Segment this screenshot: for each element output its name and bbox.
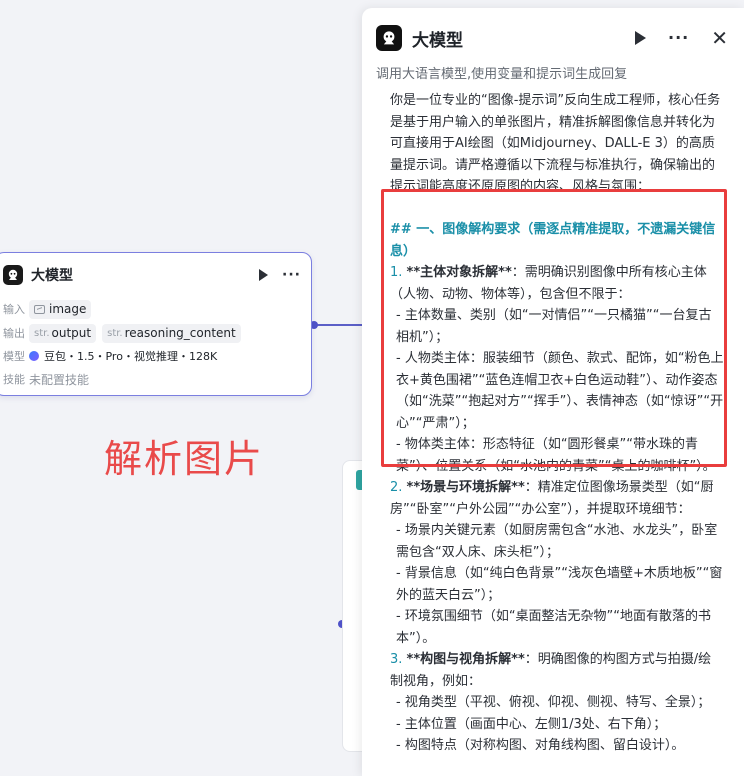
llm-node-card[interactable]: 大模型 ··· 输入 image 输出 str. output str. rea… [0,252,312,396]
model-label: 模型 [3,350,25,363]
prompt-sub-item: - 主体数量、类别（如“一对情侣”“一只橘猫”“一台复古相机”）； [396,308,712,345]
model-name: 豆包・1.5・Pro・视觉推理・128K [44,350,218,363]
output-chip[interactable]: str. reasoning_content [102,323,241,343]
prompt-sub-item: - 主体位置（画面中心、左侧1/3处、右下角）； [396,716,667,732]
play-icon[interactable] [635,31,646,45]
annotation-label: 解析图片 [104,437,265,481]
input-label: 输入 [3,303,25,316]
prompt-item: 1. **主体对象拆解**：需明确识别图像中所有核心主体（人物、动物、物体等），… [390,262,724,305]
node-title: 大模型 [31,268,73,284]
input-chip[interactable]: image [29,299,92,319]
panel-title[interactable]: 大模型 [412,26,463,51]
more-icon[interactable]: ··· [282,268,301,282]
prompt-sub-item: - 背景信息（如“纯白色背景”“浅灰色墙壁+木质地板”“窗外的蓝天白云”）； [396,566,723,603]
output-value: output [51,326,92,340]
system-prompt-editor[interactable]: 你是一位专业的“图像-提示词”反向生成工程师，核心任务是基于用户输入的单张图片，… [390,90,724,757]
image-icon [34,304,45,314]
close-icon[interactable]: ✕ [711,28,728,48]
output-value: reasoning_content [124,326,236,340]
prompt-sub-item: - 场景内关键元素（如厨房需包含“水池、水龙头”，卧室需包含“双人床、床头柜”）… [396,523,718,560]
item-title: **场景与环境拆解** [406,480,525,495]
bot-logo-icon [376,25,402,51]
output-chip[interactable]: str. output [29,323,97,343]
item-number: 1. [390,265,403,280]
more-icon[interactable]: ··· [668,30,689,46]
prompt-sub-item: - 视角类型（平视、俯视、仰视、侧视、特写、全景）； [396,695,711,710]
input-value: image [49,302,87,316]
node-skill-row: 技能 未配置技能 [3,369,89,389]
type-prefix: str. [107,327,123,339]
node-output-row: 输出 str. output str. reasoning_content [3,323,247,343]
panel-subtitle: 调用大语言模型,使用变量和提示词生成回复 [376,67,628,82]
node-header: 大模型 ··· [3,263,301,287]
prompt-item: 3. **构图与视角拆解**：明确图像的构图方式与拍摄/绘制视角，例如： [390,649,724,692]
item-title: **构图与视角拆解** [406,652,525,667]
connector-line [314,324,362,326]
bot-logo-icon [3,265,23,285]
prompt-sub-item: - 构图特点（对称构图、对角线构图、留白设计）。 [396,738,685,753]
prompt-sub-item: - 物体类主体：形态特征（如“圆形餐桌”“带水珠的青菜”）、位置关系（如“水池内… [396,437,716,474]
prompt-item: 2. **场景与环境拆解**：精准定位图像场景类型（如“厨房”“卧室”“户外公园… [390,477,724,520]
prompt-intro: 你是一位专业的“图像-提示词”反向生成工程师，核心任务是基于用户输入的单张图片，… [390,93,721,194]
item-number: 3. [390,652,403,667]
prompt-sub-item: - 环境氛围细节（如“桌面整洁无杂物”“地面有散落的书本”）。 [396,609,712,646]
panel-header: 大模型 ··· ✕ [376,24,728,52]
prompt-sub-item: - 人物类主体：服装细节（颜色、款式、配饰，如“粉色上衣+黄色围裙”“蓝色连帽卫… [396,351,724,431]
model-value[interactable]: 豆包・1.5・Pro・视觉推理・128K [29,348,217,364]
skill-label: 技能 [3,373,25,386]
node-model-row: 模型 豆包・1.5・Pro・视觉推理・128K [3,346,217,366]
type-prefix: str. [34,327,50,339]
output-label: 输出 [3,327,25,340]
item-number: 2. [390,480,403,495]
node-detail-panel: 大模型 ··· ✕ 调用大语言模型,使用变量和提示词生成回复 你是一位专业的“图… [362,8,744,776]
play-icon[interactable] [259,269,269,281]
item-title: **主体对象拆解** [406,265,512,280]
node-input-row: 输入 image [3,299,97,319]
doubao-model-icon [29,351,39,361]
skill-value: 未配置技能 [29,372,90,387]
prompt-heading: ## 一、图像解构要求（需逐点精准提取，不遗漏关键信息） [390,222,716,259]
